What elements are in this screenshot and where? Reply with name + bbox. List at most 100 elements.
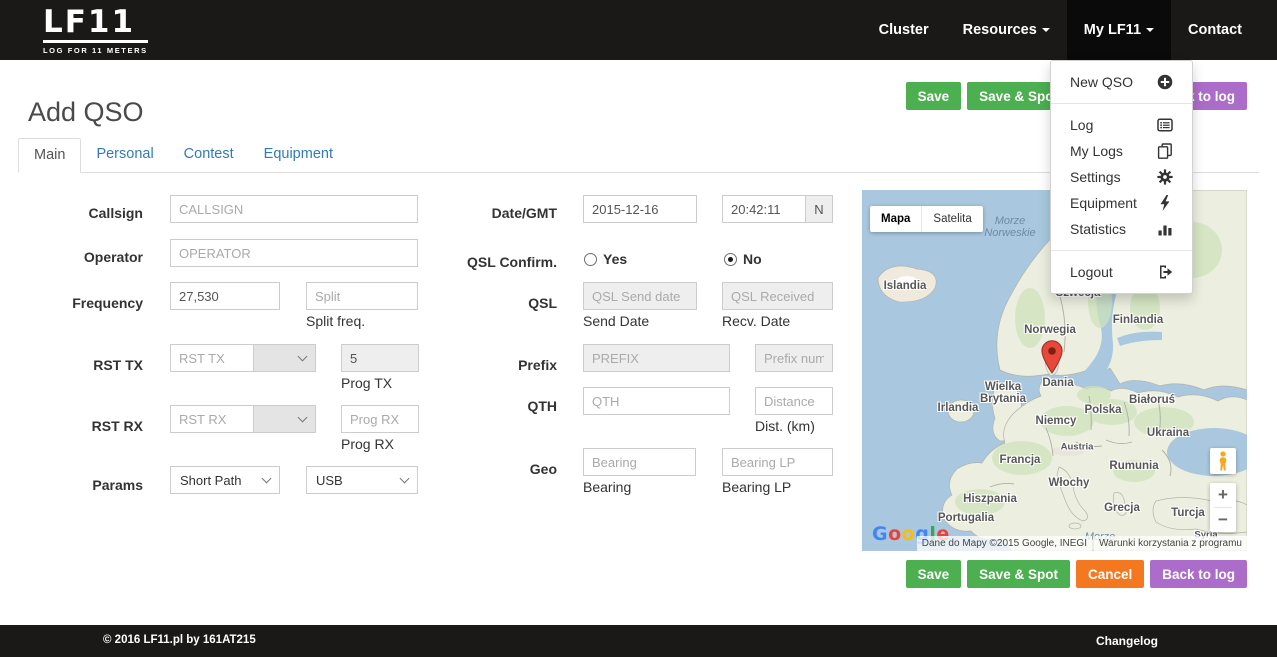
back-to-log-button[interactable]: Back to log <box>1150 560 1247 588</box>
map-type-map-button[interactable]: Mapa <box>870 206 921 232</box>
nav-item-resources-label: Resources <box>963 22 1037 38</box>
menu-item-equipment[interactable]: Equipment <box>1051 190 1192 216</box>
map-terms-link[interactable]: Warunki korzystania z programu <box>1094 536 1247 551</box>
save-button[interactable]: Save <box>906 82 962 110</box>
mode-select-value: USB <box>316 473 343 488</box>
tab-equipment[interactable]: Equipment <box>249 138 348 173</box>
prefix-number-input[interactable] <box>755 344 833 372</box>
menu-item-my-logs[interactable]: My Logs <box>1051 138 1192 164</box>
footer-copyright: © 2016 LF11.pl by 161AT215 <box>103 634 256 646</box>
save-and-spot-button[interactable]: Save & Spot <box>967 560 1070 588</box>
logo-divider <box>43 40 148 43</box>
nav-item-cluster[interactable]: Cluster <box>862 0 946 60</box>
nav-item-cluster-label: Cluster <box>879 22 929 38</box>
rst-tx-select[interactable] <box>254 344 316 372</box>
date-input[interactable] <box>583 195 697 223</box>
qth-input[interactable] <box>583 387 730 415</box>
callsign-label: Callsign <box>18 200 143 226</box>
qth-label: QTH <box>432 393 557 419</box>
radio-checked-icon <box>724 253 737 266</box>
menu-item-log[interactable]: Log <box>1051 112 1192 138</box>
chevron-down-icon <box>298 352 308 362</box>
params-label: Params <box>18 472 143 498</box>
menu-divider <box>1051 250 1192 251</box>
save-button[interactable]: Save <box>906 560 962 588</box>
chevron-down-icon <box>262 474 272 484</box>
tab-contest[interactable]: Contest <box>169 138 249 173</box>
app-logo[interactable]: LF11 LOG FOR 11 METERS <box>43 7 148 55</box>
recv-date-caption: Recv. Date <box>722 313 790 329</box>
navbar: LF11 LOG FOR 11 METERS Cluster Resources… <box>0 0 1277 60</box>
prog-tx-input[interactable] <box>341 344 419 372</box>
path-select[interactable]: Short Path <box>170 466 280 494</box>
nav-item-resources[interactable]: Resources <box>946 0 1067 60</box>
radio-unchecked-icon <box>584 253 597 266</box>
path-select-value: Short Path <box>180 473 241 488</box>
tab-personal[interactable]: Personal <box>81 138 168 173</box>
mode-select[interactable]: USB <box>306 466 418 494</box>
frequency-input[interactable] <box>170 282 280 310</box>
rst-tx-input[interactable] <box>170 344 254 372</box>
bar-chart-icon <box>1157 221 1173 237</box>
bearing-caption: Bearing <box>583 479 631 495</box>
bearing-lp-caption: Bearing LP <box>722 479 791 495</box>
menu-item-new-qso[interactable]: New QSO <box>1051 69 1192 95</box>
bottom-action-bar: Save Save & Spot Cancel Back to log <box>906 560 1247 588</box>
qsl-send-date-input[interactable] <box>583 282 697 310</box>
footer: © 2016 LF11.pl by 161AT215 Changelog <box>0 625 1277 657</box>
operator-label: Operator <box>18 244 143 270</box>
map-type-satellite-button[interactable]: Satelita <box>921 206 982 232</box>
nav-item-contact[interactable]: Contact <box>1171 0 1259 60</box>
google-logo-letter: o <box>888 523 902 545</box>
frequency-label: Frequency <box>18 290 143 316</box>
menu-item-logout[interactable]: Logout <box>1051 259 1192 285</box>
footer-changelog-link[interactable]: Changelog <box>1096 634 1158 648</box>
zoom-in-button[interactable]: + <box>1210 483 1236 507</box>
time-now-addon[interactable]: N <box>806 195 833 223</box>
nav-item-my-lf11[interactable]: My LF11 <box>1067 0 1171 60</box>
cancel-button[interactable]: Cancel <box>1076 560 1144 588</box>
operator-input[interactable] <box>170 239 418 267</box>
map-attribution-data: Dane do Mapy ©2015 Google, INEGI <box>917 536 1092 551</box>
street-view-pegman[interactable] <box>1210 448 1236 474</box>
bearing-lp-input[interactable] <box>722 448 833 476</box>
distance-input[interactable] <box>755 387 833 415</box>
distance-caption: Dist. (km) <box>755 418 815 434</box>
chevron-down-icon <box>1146 28 1154 32</box>
menu-item-statistics[interactable]: Statistics <box>1051 216 1192 242</box>
qsl-confirm-yes-radio[interactable]: Yes <box>584 251 627 267</box>
page-title: Add QSO <box>28 97 144 128</box>
google-logo-letter: G <box>872 523 888 545</box>
bearing-input[interactable] <box>583 448 696 476</box>
list-alt-icon <box>1157 117 1173 133</box>
menu-item-log-label: Log <box>1070 117 1093 133</box>
menu-item-settings[interactable]: Settings <box>1051 164 1192 190</box>
nav-item-contact-label: Contact <box>1188 22 1242 38</box>
nav-item-my-lf11-label: My LF11 <box>1084 22 1141 38</box>
qsl-received-input[interactable] <box>722 282 833 310</box>
menu-item-new-qso-label: New QSO <box>1070 74 1133 90</box>
rst-rx-input[interactable] <box>170 405 254 433</box>
callsign-input[interactable] <box>170 195 418 223</box>
prefix-input[interactable] <box>583 344 730 372</box>
qsl-confirm-no-radio[interactable]: No <box>724 251 762 267</box>
menu-item-my-logs-label: My Logs <box>1070 143 1123 159</box>
zoom-out-button[interactable]: − <box>1210 508 1236 532</box>
gear-icon <box>1157 169 1173 185</box>
pegman-icon <box>1216 451 1230 471</box>
map-attribution: Dane do Mapy ©2015 Google, INEGI Warunki… <box>917 536 1247 551</box>
prefix-label: Prefix <box>432 352 557 378</box>
chevron-down-icon <box>1042 28 1050 32</box>
split-frequency-input[interactable] <box>306 282 418 310</box>
map-marker-icon[interactable] <box>1041 340 1063 374</box>
logo-subtitle: LOG FOR 11 METERS <box>43 46 148 55</box>
rst-rx-select[interactable] <box>254 405 316 433</box>
qsl-confirm-label: QSL Confirm. <box>432 249 557 275</box>
menu-item-statistics-label: Statistics <box>1070 221 1126 237</box>
time-input[interactable] <box>722 195 806 223</box>
menu-item-equipment-label: Equipment <box>1070 195 1137 211</box>
qsl-confirm-no-label: No <box>743 251 762 267</box>
menu-item-logout-label: Logout <box>1070 264 1113 280</box>
tab-main[interactable]: Main <box>18 138 81 173</box>
prog-rx-input[interactable] <box>341 405 419 433</box>
